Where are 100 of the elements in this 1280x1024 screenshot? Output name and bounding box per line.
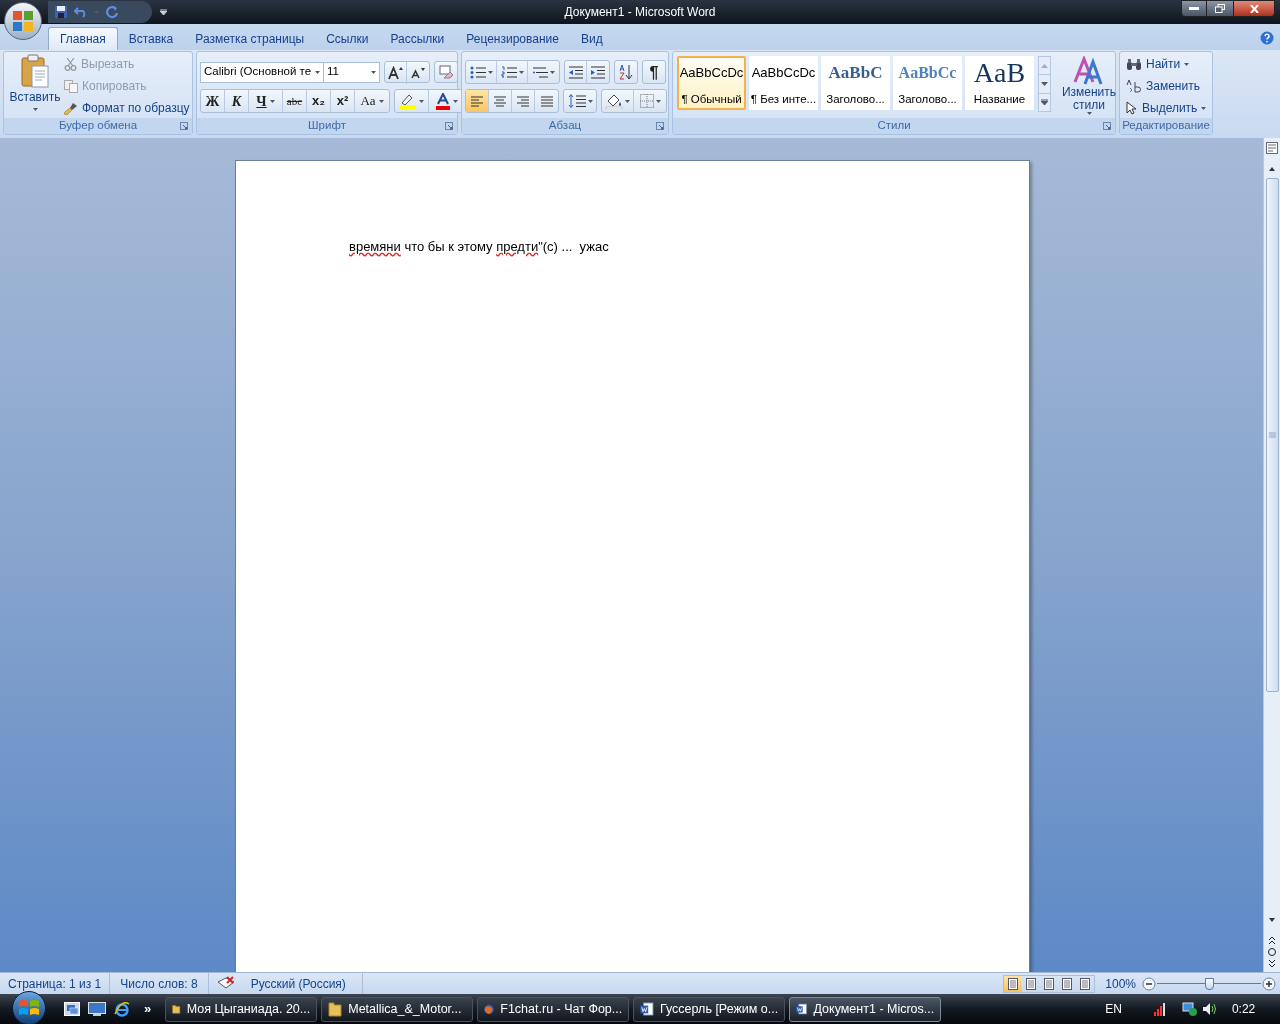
clear-formatting-button[interactable] <box>434 61 458 83</box>
caret-icon <box>452 99 458 103</box>
taskbar-button[interactable]: F1chat.ru - Чат Фор... <box>477 996 630 1022</box>
show-desktop-icon[interactable] <box>88 1002 106 1016</box>
draft-icon <box>1079 977 1092 990</box>
full-screen-reading-icon <box>1025 977 1038 990</box>
strike-button[interactable]: abc <box>283 90 307 112</box>
network-icon[interactable] <box>1181 1001 1198 1017</box>
style-preset[interactable]: AaBbCcDc ¶ Без инте... <box>749 56 818 110</box>
switch-windows-icon[interactable] <box>64 1002 80 1016</box>
browser-e-icon[interactable] <box>114 1001 130 1017</box>
minimize-button[interactable] <box>1181 0 1207 17</box>
caret-icon <box>315 70 320 74</box>
caret-icon <box>1086 112 1092 115</box>
zoom-out-icon[interactable] <box>1142 976 1156 991</box>
grow-font-button[interactable] <box>385 62 407 84</box>
underline-button[interactable]: Ч <box>249 90 283 112</box>
group-label: Стили <box>877 120 911 132</box>
print-layout-icon <box>1007 977 1020 990</box>
caret-icon <box>269 99 275 103</box>
dialog-launcher-icon[interactable] <box>1103 122 1111 130</box>
taskbar-button[interactable]: Моя Цыганиада. 20... <box>165 996 318 1022</box>
scrollbar-thumb[interactable] <box>1265 178 1279 692</box>
volume-icon[interactable] <box>1201 1002 1216 1016</box>
ribbon-tab[interactable]: Рецензирование <box>455 27 570 50</box>
caret-icon <box>550 70 555 74</box>
zoom-slider[interactable] <box>1157 975 1261 992</box>
ribbon-tab[interactable]: Главная <box>48 27 118 50</box>
caret-icon <box>625 99 630 103</box>
caret-icon <box>487 70 493 74</box>
style-preset[interactable]: AaBbCcDc ¶ Обычный <box>677 56 746 110</box>
proofing-book-icon[interactable] <box>216 976 235 991</box>
replace-button[interactable]: Заменить <box>1126 77 1207 95</box>
zoom-in-icon[interactable] <box>1262 976 1276 991</box>
paste-button[interactable]: Вставить <box>7 54 63 118</box>
case-button[interactable]: Aa <box>355 90 389 112</box>
align-left-button[interactable] <box>466 90 489 112</box>
undo-icon[interactable] <box>74 6 88 18</box>
ribbon-tab[interactable]: Рассылки <box>379 27 456 50</box>
sup-button[interactable]: x² <box>331 90 355 112</box>
change-styles-button[interactable]: Изменить стили <box>1059 56 1119 118</box>
save-icon[interactable] <box>54 5 68 19</box>
ruler-toggle-icon[interactable] <box>1266 142 1278 154</box>
previous-page-icon[interactable] <box>1267 935 1277 945</box>
next-page-icon[interactable] <box>1267 959 1277 969</box>
signal-icon[interactable] <box>1153 1002 1168 1016</box>
scissors-icon <box>64 57 77 71</box>
eraser-icon <box>438 65 454 79</box>
find-button[interactable]: Найти <box>1126 55 1207 73</box>
caret-icon <box>1184 62 1190 66</box>
sub-button[interactable]: x₂ <box>307 90 331 112</box>
close-button[interactable] <box>1233 0 1275 17</box>
caret-icon <box>419 99 424 103</box>
bold-button[interactable]: Ж <box>201 90 225 112</box>
cursor-arrow-icon <box>1126 101 1138 115</box>
dialog-launcher-icon[interactable] <box>445 122 453 130</box>
redo-icon[interactable] <box>105 5 119 19</box>
shading-button[interactable] <box>602 90 634 112</box>
more-shortcuts-button[interactable]: » <box>144 999 152 1019</box>
document-w-icon <box>796 1001 808 1017</box>
taskbar-button[interactable]: Metallica_&_Motor... <box>321 996 474 1022</box>
outline-icon <box>1061 977 1074 990</box>
select-button[interactable]: Выделить <box>1126 99 1207 117</box>
browse-object-icon[interactable] <box>1267 947 1277 957</box>
customize-toolbar-icon[interactable] <box>160 9 167 15</box>
caret-icon <box>378 99 384 103</box>
scroll-down-icon <box>1041 82 1048 86</box>
style-preset[interactable]: AaBbC Заголово... <box>821 56 890 110</box>
taskbar-button[interactable]: Гуссерль [Режим о... <box>633 996 786 1022</box>
show-marks-button[interactable]: ¶ <box>642 60 666 84</box>
styles-scrollbar[interactable] <box>1038 56 1051 112</box>
ribbon-tab[interactable]: Ссылки <box>315 27 380 50</box>
numbered-list-icon <box>500 65 517 79</box>
clock[interactable]: 0:22 <box>1231 1000 1256 1018</box>
style-preset[interactable]: AaB Название <box>965 56 1034 110</box>
dialog-launcher-icon[interactable] <box>656 122 664 130</box>
font-size-field[interactable]: 11 <box>324 61 380 83</box>
restore-button[interactable] <box>1207 0 1233 17</box>
zoom-level[interactable]: 100% <box>1099 974 1142 993</box>
print-layout-button[interactable] <box>1004 975 1023 992</box>
taskbar-button[interactable]: Документ1 - Micros... <box>789 996 942 1022</box>
start-button[interactable] <box>12 991 46 1024</box>
document-text: времяни что бы к этому предти"(с) ... ужас <box>349 238 610 256</box>
styles-letters-icon <box>1073 56 1105 86</box>
group-label: Абзац <box>548 120 582 132</box>
ribbon-tab[interactable]: Вид <box>569 27 614 50</box>
italic-button[interactable]: К <box>225 90 249 112</box>
input-language[interactable]: EN <box>1105 1000 1122 1018</box>
help-icon[interactable] <box>1260 31 1274 45</box>
clipboard-brush-button[interactable]: Формат по образцу <box>64 99 190 117</box>
ribbon-tab[interactable]: Разметка страницы <box>184 27 316 50</box>
justify-icon <box>538 95 555 107</box>
grow-font-icon <box>387 66 404 80</box>
font-name-field[interactable]: Calibri (Основной те <box>200 61 324 83</box>
caret-icon <box>32 108 38 111</box>
caret-icon <box>587 99 593 103</box>
ribbon-tab[interactable]: Вставка <box>117 27 185 50</box>
style-preset[interactable]: AaBbCc Заголово... <box>893 56 962 110</box>
paintbrush-icon <box>64 101 78 115</box>
dialog-launcher-icon[interactable] <box>180 122 188 130</box>
